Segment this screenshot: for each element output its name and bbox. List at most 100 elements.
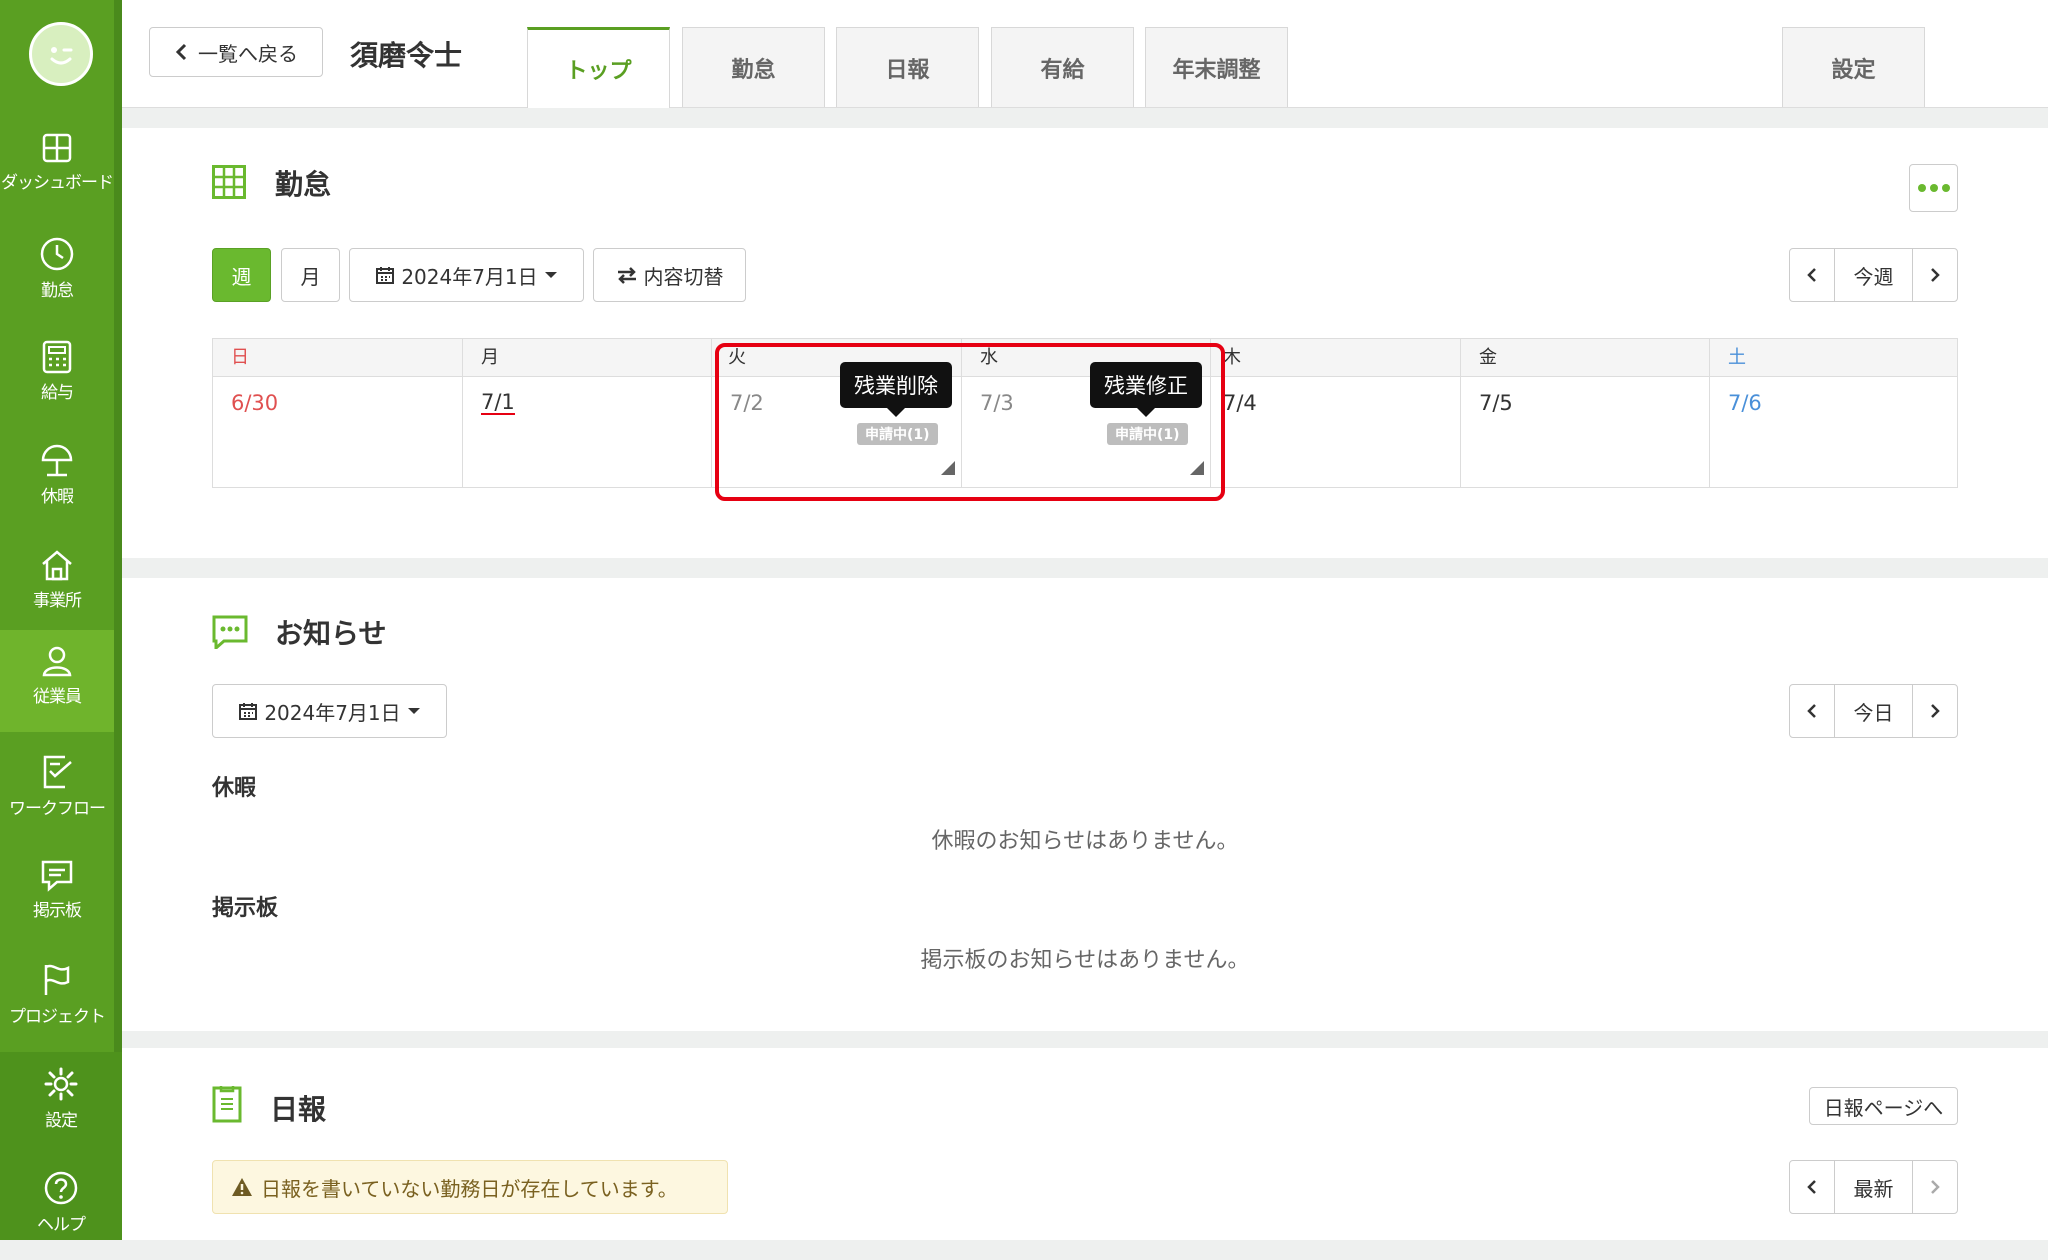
day-date: 7/5: [1479, 391, 1513, 415]
document-icon: [212, 1086, 242, 1123]
caret-down-icon: [544, 272, 557, 278]
warning-icon: [232, 1178, 252, 1196]
attendance-title: 勤怠: [275, 168, 332, 201]
back-to-list-button[interactable]: 一覧へ戻る: [149, 27, 323, 77]
help-icon: [44, 1171, 78, 1205]
day-date: 7/4: [1223, 391, 1257, 415]
nav-label: 勤怠: [41, 281, 74, 301]
nav-workflow[interactable]: ワークフロー: [0, 740, 114, 844]
calendar-day-sun[interactable]: 日 6/30: [213, 339, 463, 487]
nav-leave[interactable]: 休暇: [0, 430, 114, 534]
day-pager: 今日: [1789, 684, 1958, 738]
user-avatar[interactable]: [29, 22, 93, 86]
tab-year-end-adjustment[interactable]: 年末調整: [1145, 27, 1288, 107]
weekday-label: 金: [1461, 339, 1709, 377]
more-dots-icon: [1917, 184, 1950, 192]
calendar-day-sat[interactable]: 土 7/6: [1710, 339, 1957, 487]
chevron-left-icon: [175, 43, 187, 61]
day-date: 6/30: [231, 391, 279, 415]
nav-label: 休暇: [41, 487, 74, 507]
nav-label: 事業所: [33, 591, 82, 611]
tab-settings[interactable]: 設定: [1782, 27, 1925, 107]
news-date-select-dropdown[interactable]: 2024年7月1日: [212, 684, 447, 738]
next-day-button[interactable]: [1913, 685, 1957, 737]
nav-label: ワークフロー: [9, 799, 106, 819]
flag-icon: [44, 964, 70, 995]
daily-report-page-link[interactable]: 日報ページへ: [1809, 1087, 1958, 1125]
dashboard-icon: [42, 133, 72, 163]
tab-daily-report[interactable]: 日報: [836, 27, 979, 107]
next-report-button[interactable]: [1913, 1161, 1957, 1213]
latest-button[interactable]: 最新: [1833, 1161, 1914, 1213]
chevron-right-icon: [1931, 1180, 1940, 1194]
date-select-value: 2024年7月1日: [401, 264, 538, 289]
nav-payroll[interactable]: 給与: [0, 326, 114, 430]
nav-office[interactable]: 事業所: [0, 534, 114, 638]
today-button[interactable]: 今日: [1833, 685, 1914, 737]
calendar-day-mon[interactable]: 月 7/1: [463, 339, 712, 487]
prev-week-button[interactable]: [1790, 249, 1834, 301]
day-date: 7/6: [1728, 391, 1762, 415]
employee-name: 須磨令士: [350, 39, 463, 72]
home-icon: [42, 550, 72, 581]
swap-arrows-icon: [617, 267, 636, 284]
daily-report-title: 日報: [270, 1093, 327, 1126]
parasol-icon: [41, 444, 73, 477]
tab-top[interactable]: トップ: [527, 27, 670, 108]
user-icon: [42, 646, 72, 677]
report-pager: 最新: [1789, 1160, 1958, 1214]
more-options-button[interactable]: [1909, 164, 1958, 212]
chevron-right-icon: [1931, 704, 1940, 718]
smile-icon: [50, 47, 73, 65]
nav-label: 掲示板: [33, 901, 82, 921]
weekday-label: 土: [1710, 339, 1957, 377]
leave-empty-message: 休暇のお知らせはありません。: [931, 829, 1239, 854]
caret-down-icon: [407, 708, 420, 714]
content-toggle-label: 内容切替: [643, 264, 724, 289]
nav-employees[interactable]: 従業員: [0, 630, 114, 732]
nav-attendance[interactable]: 勤怠: [0, 222, 114, 326]
view-month-button[interactable]: 月: [281, 248, 340, 302]
weekday-label: 月: [463, 339, 711, 377]
calendar-day-fri[interactable]: 金 7/5: [1461, 339, 1710, 487]
nav-settings[interactable]: 設定: [0, 1052, 122, 1156]
calculator-icon: [42, 340, 72, 374]
calendar-icon: [376, 267, 395, 284]
nav-project[interactable]: プロジェクト: [0, 948, 114, 1052]
chevron-left-icon: [1807, 1180, 1816, 1194]
nav-board[interactable]: 掲示板: [0, 844, 114, 948]
gear-icon: [44, 1067, 78, 1101]
nav-dashboard[interactable]: ダッシュボード: [0, 118, 114, 222]
calendar-grid-icon: [212, 165, 246, 199]
calendar-icon: [239, 703, 258, 720]
nav-label: 給与: [41, 383, 74, 403]
prev-day-button[interactable]: [1790, 685, 1834, 737]
date-select-dropdown[interactable]: 2024年7月1日: [349, 248, 584, 302]
highlight-box: [715, 343, 1225, 501]
sidebar-bottom: 設定 ヘルプ: [0, 1052, 122, 1240]
alert-message: 日報を書いていない勤務日が存在しています。: [261, 1176, 678, 1201]
speech-bubble-icon: [212, 615, 248, 649]
clock-icon: [40, 237, 74, 271]
nav-help[interactable]: ヘルプ: [0, 1156, 122, 1260]
view-week-button[interactable]: 週: [212, 248, 271, 302]
tab-paid-leave[interactable]: 有給: [991, 27, 1134, 107]
nav-label: ダッシュボード: [1, 173, 114, 193]
nav-label: プロジェクト: [9, 1007, 106, 1027]
chevron-left-icon: [1807, 704, 1816, 718]
board-empty-message: 掲示板のお知らせはありません。: [920, 948, 1250, 973]
sidebar: ダッシュボード 勤怠 給与 休暇 事業所 従業員 ワークフロー 掲示板 プロジェ…: [0, 0, 122, 1240]
tab-attendance[interactable]: 勤怠: [682, 27, 825, 107]
content-toggle-button[interactable]: 内容切替: [593, 248, 746, 302]
next-week-button[interactable]: [1913, 249, 1957, 301]
leave-heading: 休暇: [212, 776, 257, 801]
sidebar-scrollbar[interactable]: [114, 0, 122, 1052]
weekday-label: 木: [1211, 339, 1460, 377]
nav-label: ヘルプ: [37, 1215, 86, 1235]
week-pager: 今週: [1789, 248, 1958, 302]
this-week-button[interactable]: 今週: [1833, 249, 1914, 301]
calendar-day-thu[interactable]: 木 7/4: [1211, 339, 1461, 487]
board-heading: 掲示板: [212, 896, 279, 921]
prev-report-button[interactable]: [1790, 1161, 1834, 1213]
checklist-icon: [43, 755, 72, 789]
